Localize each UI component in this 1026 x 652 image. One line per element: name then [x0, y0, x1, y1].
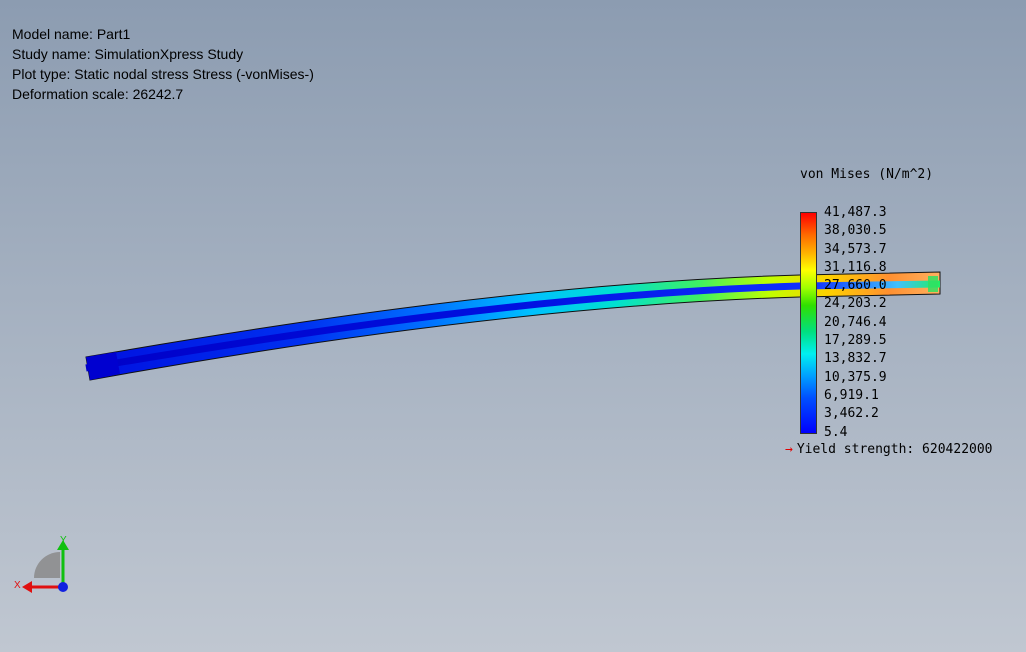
yield-strength-text: Yield strength: 620422000	[796, 442, 993, 457]
legend-labels: 41,487.3 38,030.5 34,573.7 31,116.8 27,6…	[824, 204, 887, 442]
legend-label: 34,573.7	[824, 241, 887, 257]
triad-x-label: X	[14, 580, 21, 591]
yield-strength-indicator: → Yield strength: 620422000	[785, 442, 993, 457]
legend-title: von Mises (N/m^2)	[800, 167, 934, 182]
legend-label: 24,203.2	[824, 296, 887, 312]
yield-arrow-icon: →	[785, 442, 793, 457]
legend-label: 6,919.1	[824, 387, 879, 403]
legend-label: 41,487.3	[824, 205, 887, 220]
beam-free-end	[928, 276, 938, 292]
reference-triad: Y X	[14, 535, 69, 593]
triad-z-axis-icon	[58, 582, 68, 592]
triad-plane-icon	[34, 552, 60, 578]
legend-label: 20,746.4	[824, 314, 887, 330]
legend-label: 27,660.0	[824, 278, 887, 294]
legend-label: 17,289.5	[824, 333, 887, 349]
triad-y-label: Y	[60, 535, 67, 546]
legend-label: 10,375.9	[824, 369, 887, 385]
legend-label: 3,462.2	[824, 406, 879, 422]
legend-color-bar	[800, 212, 817, 434]
legend-label: 31,116.8	[824, 259, 887, 275]
legend-label: 38,030.5	[824, 223, 887, 239]
triad-x-arrow-icon	[22, 581, 32, 593]
legend-label: 5.4	[824, 424, 848, 440]
legend-label: 13,832.7	[824, 351, 887, 367]
